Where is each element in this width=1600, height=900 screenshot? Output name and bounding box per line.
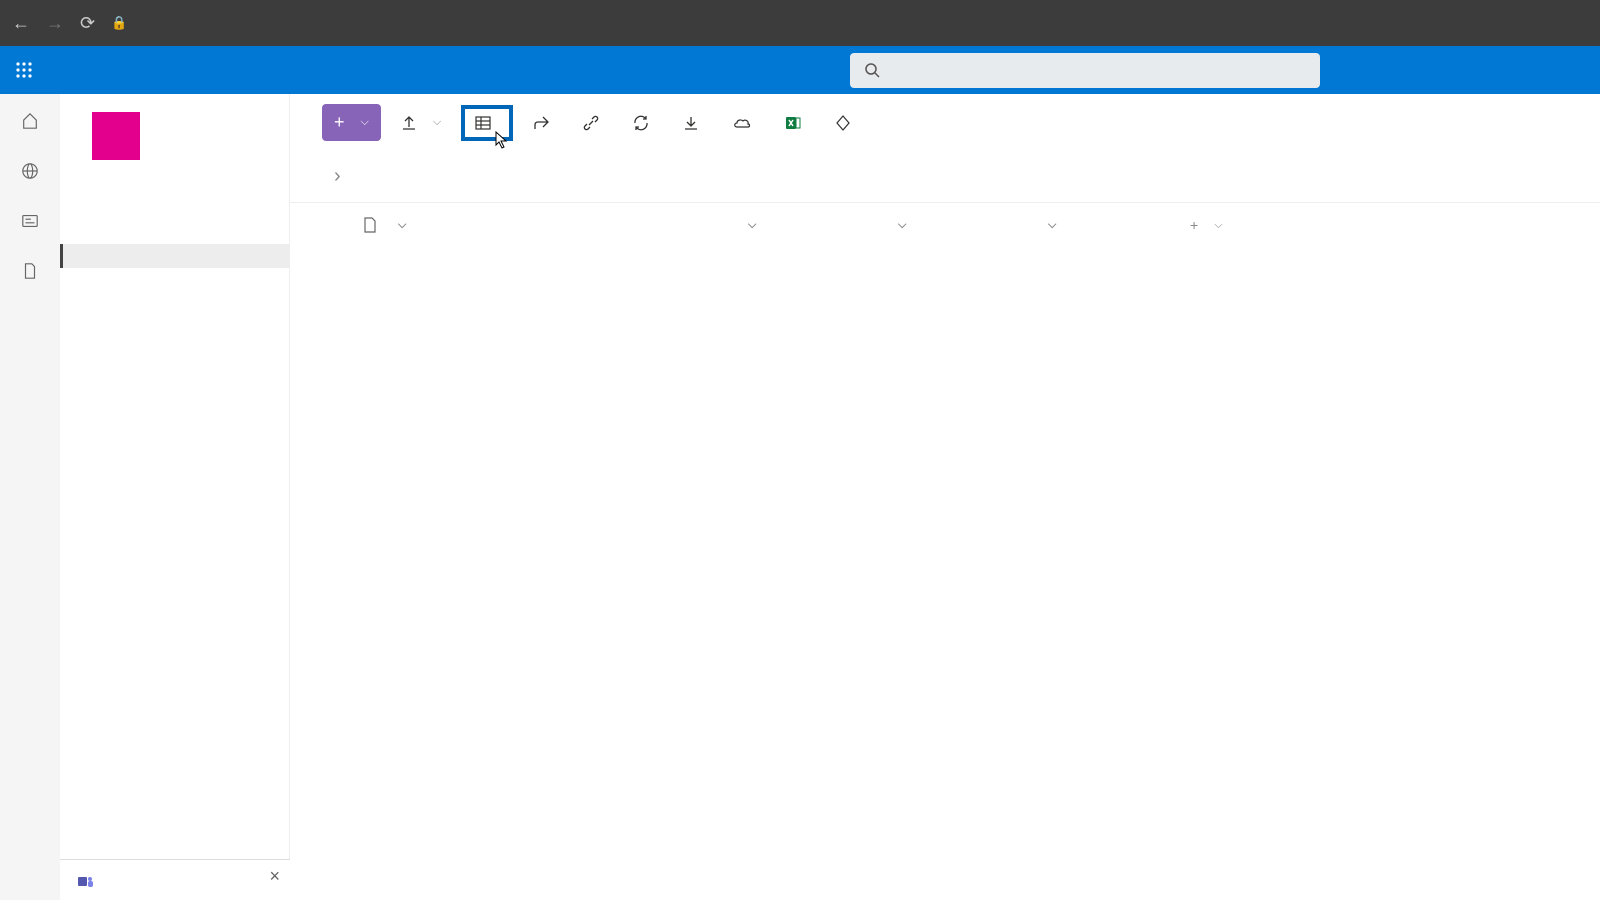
chevron-down-icon: ⌵ (1048, 219, 1056, 232)
upload-button[interactable]: ⌵ (395, 109, 447, 137)
chevron-down-icon: ⌵ (1214, 219, 1222, 232)
nav-notebook[interactable] (60, 292, 289, 316)
chevron-down-icon: ⌵ (361, 116, 369, 129)
sidebar-nav (60, 178, 289, 434)
export-excel-button[interactable] (779, 109, 815, 137)
link-icon (583, 115, 599, 131)
back-button[interactable]: ← (12, 13, 30, 34)
search-input[interactable] (892, 62, 1306, 79)
upload-icon (401, 115, 417, 131)
plus-icon: + (334, 112, 345, 133)
files-icon[interactable] (21, 262, 39, 280)
breadcrumb: › (290, 155, 1600, 202)
app-launcher-icon[interactable] (0, 62, 48, 78)
lock-icon: 🔒 (111, 15, 127, 31)
news-icon[interactable] (21, 212, 39, 230)
download-icon (683, 115, 699, 131)
chevron-down-icon: ⌵ (433, 116, 441, 129)
powerapps-button[interactable] (829, 109, 865, 137)
powerapps-icon (835, 115, 851, 131)
plus-icon: + (1190, 217, 1198, 233)
nav-edit[interactable] (60, 392, 289, 416)
site-logo[interactable] (92, 112, 140, 160)
chevron-right-icon: › (334, 165, 341, 188)
download-button[interactable] (677, 109, 713, 137)
shortcut-button[interactable] (727, 109, 765, 137)
chevron-down-icon: ⌵ (398, 219, 406, 232)
nav-sitecontents[interactable] (60, 340, 289, 364)
column-department[interactable]: ⌵ (1040, 219, 1190, 232)
teams-callout: × (60, 859, 290, 900)
nav-documents[interactable] (60, 244, 289, 268)
share-icon (533, 115, 549, 131)
grid-icon (475, 115, 491, 131)
suite-header (0, 46, 1600, 94)
table-header: ⌵ ⌵ ⌵ ⌵ + ⌵ (290, 203, 1600, 247)
onedrive-icon (733, 115, 751, 131)
globe-icon[interactable] (21, 162, 39, 180)
add-column-button[interactable]: + ⌵ (1190, 217, 1600, 233)
browser-bar: ← → ⟳ 🔒 (0, 0, 1600, 46)
sidebar: × (60, 94, 290, 900)
forward-button[interactable]: → (46, 13, 64, 34)
share-button[interactable] (527, 109, 563, 137)
search-box[interactable] (850, 53, 1320, 88)
sync-button[interactable] (627, 109, 663, 137)
nav-home[interactable] (60, 196, 289, 220)
close-icon[interactable]: × (269, 866, 280, 887)
chevron-down-icon: ⌵ (898, 219, 906, 232)
chevron-down-icon: ⌵ (748, 219, 756, 232)
edit-grid-view-button[interactable] (461, 105, 513, 141)
cursor-icon (495, 131, 511, 151)
home-icon[interactable] (21, 112, 39, 130)
main-area: × + ⌵ ⌵ (60, 94, 1600, 900)
column-name[interactable]: ⌵ (390, 219, 700, 232)
filetype-header-icon[interactable] (350, 217, 390, 233)
column-modified[interactable]: ⌵ (740, 219, 890, 232)
nav-pages[interactable] (60, 316, 289, 340)
sync-icon (633, 115, 649, 131)
nav-recyclebin[interactable] (60, 364, 289, 388)
excel-icon (785, 115, 801, 131)
reload-button[interactable]: ⟳ (80, 13, 95, 34)
nav-shared[interactable] (60, 268, 289, 292)
column-modifiedby[interactable]: ⌵ (890, 219, 1040, 232)
new-button[interactable]: + ⌵ (322, 104, 381, 141)
command-bar: + ⌵ ⌵ (290, 94, 1600, 155)
teams-icon (78, 874, 94, 890)
nav-conversations[interactable] (60, 220, 289, 244)
copylink-button[interactable] (577, 109, 613, 137)
site-header (60, 94, 289, 178)
document-list: ⌵ ⌵ ⌵ ⌵ + ⌵ (290, 202, 1600, 247)
content-area: + ⌵ ⌵ (290, 94, 1600, 900)
search-icon (864, 62, 880, 78)
left-rail (0, 94, 60, 900)
